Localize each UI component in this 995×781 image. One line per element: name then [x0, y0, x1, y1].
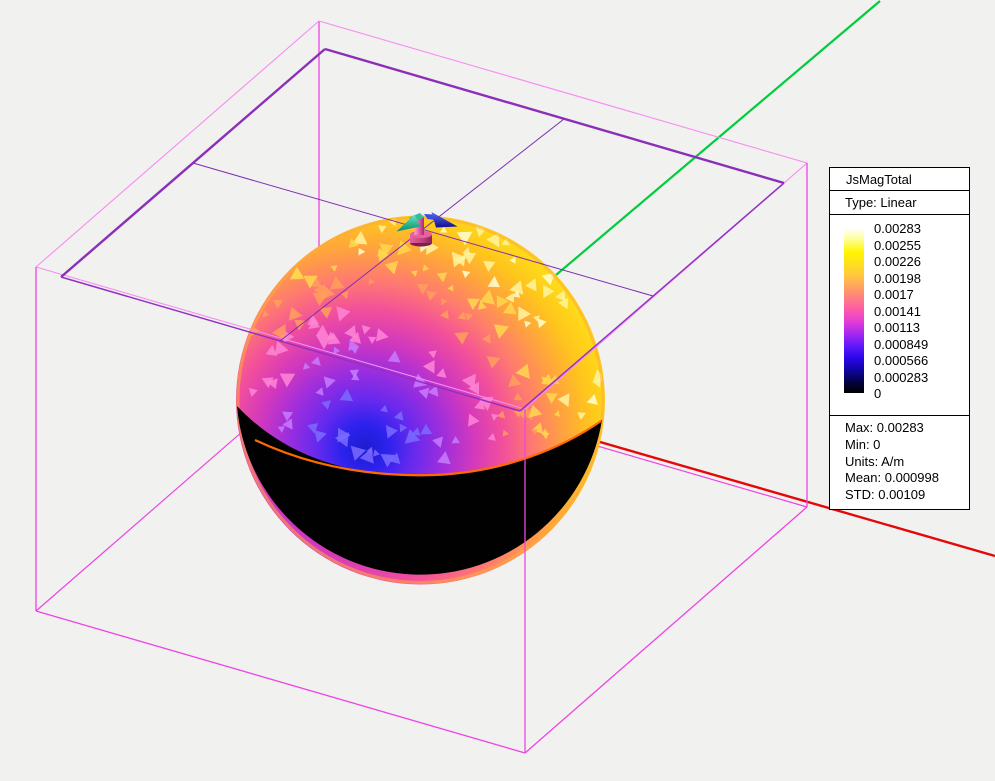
- legend-stats: Max: 0.00283 Min: 0 Units: A/m Mean: 0.0009…: [830, 416, 969, 509]
- color-scale-legend[interactable]: JsMagTotal Type: Linear 0.00283 0.00255 0.…: [829, 167, 970, 510]
- stat-line: Units: A/m: [845, 453, 905, 469]
- colorbar-tick-label: 0.00226: [874, 254, 921, 270]
- colorbar-tick-label: 0.00283: [874, 221, 921, 236]
- 3d-viewport[interactable]: JsMagTotal Type: Linear 0.00283 0.00255 0.…: [0, 0, 995, 781]
- colorbar-tick-label: 0: [874, 386, 882, 402]
- stat-line: Min: 0: [845, 436, 881, 452]
- colorbar-tick-label: 0.00113: [874, 320, 921, 336]
- stat-line: STD: 0.00109: [845, 487, 926, 503]
- colorbar-section: 0.00283 0.00255 0.00226 0.00198 0.0017 0.0014…: [830, 215, 969, 416]
- colorbar-tick-label: 0.00141: [874, 303, 921, 319]
- stat-line: Max: 0.00283: [845, 420, 924, 435]
- colorbar-tick-label: 0.00198: [874, 270, 921, 286]
- stat-line: Mean: 0.000998: [845, 470, 939, 486]
- field-plot-sphere: [236, 215, 605, 585]
- colorbar-tick-label: 0.000283: [874, 369, 929, 385]
- colorbar-tick-label: 0.000566: [874, 353, 929, 369]
- legend-scale-type: Type: Linear: [830, 191, 969, 215]
- colorbar-tick-label: 0.00255: [874, 237, 921, 253]
- colorbar-tick-labels: 0.00283 0.00255 0.00226 0.00198 0.0017 0.0014…: [874, 221, 928, 403]
- legend-title: JsMagTotal: [830, 168, 969, 191]
- colorbar-gradient: [844, 229, 864, 393]
- colorbar-tick-label: 0.000849: [874, 336, 929, 352]
- colorbar-tick-label: 0.0017: [874, 287, 914, 303]
